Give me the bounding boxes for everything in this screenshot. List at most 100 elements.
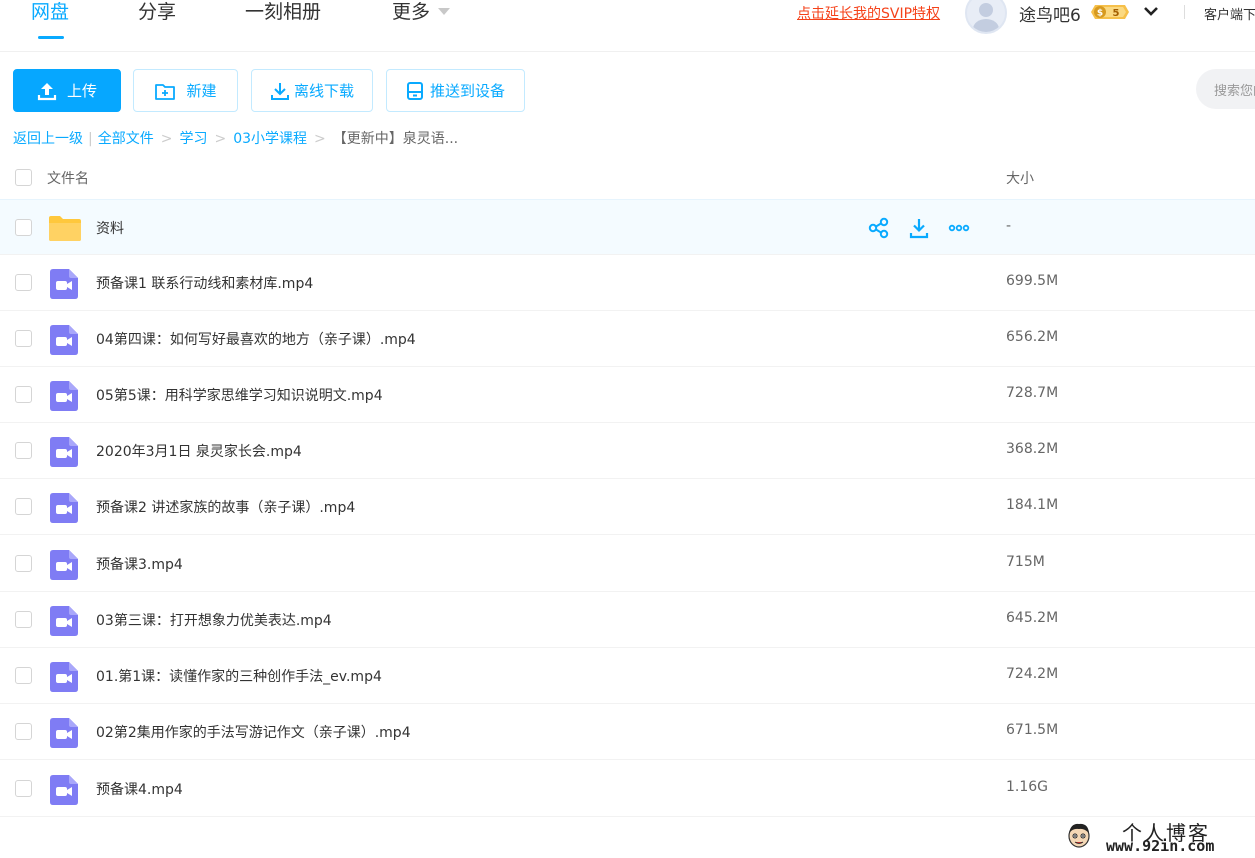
file-name[interactable]: 预备课2 讲述家族的故事（亲子课）.mp4 bbox=[96, 497, 355, 517]
file-name[interactable]: 预备课3.mp4 bbox=[96, 554, 183, 574]
caret-down-icon bbox=[438, 8, 451, 15]
breadcrumb-item-study[interactable]: 学习 bbox=[179, 128, 207, 148]
row-actions bbox=[868, 217, 970, 239]
file-size: 645.2M bbox=[1006, 610, 1059, 626]
avatar[interactable] bbox=[965, 0, 1007, 34]
table-row[interactable]: 02第2集用作家的手法写游记作文（亲子课）.mp4 671.5M bbox=[0, 704, 1255, 760]
row-checkbox[interactable] bbox=[15, 219, 32, 236]
download-icon bbox=[270, 82, 289, 100]
row-checkbox[interactable] bbox=[15, 386, 32, 403]
video-file-icon bbox=[50, 718, 78, 748]
table-row[interactable]: 预备课2 讲述家族的故事（亲子课）.mp4 184.1M bbox=[0, 479, 1255, 535]
push-to-device-button[interactable]: 推送到设备 bbox=[386, 69, 525, 112]
nav-tab-more-label: 更多 bbox=[392, 1, 431, 23]
video-file-icon bbox=[50, 606, 78, 636]
file-name[interactable]: 01.第1课：读懂作家的三种创作手法_ev.mp4 bbox=[96, 666, 382, 686]
file-name[interactable]: 资料 bbox=[96, 218, 124, 238]
table-row[interactable]: 预备课1 联系行动线和素材库.mp4 699.5M bbox=[0, 255, 1255, 311]
video-file-icon bbox=[50, 437, 78, 467]
folder-icon bbox=[49, 216, 81, 241]
nav-tab-netdisk[interactable]: 网盘 bbox=[31, 0, 69, 26]
file-size: 656.2M bbox=[1006, 329, 1059, 345]
row-checkbox[interactable] bbox=[15, 723, 32, 740]
row-checkbox[interactable] bbox=[15, 498, 32, 515]
table-row[interactable]: 01.第1课：读懂作家的三种创作手法_ev.mp4 724.2M bbox=[0, 648, 1255, 704]
device-icon bbox=[406, 81, 423, 100]
breadcrumb-separator: > bbox=[160, 131, 173, 147]
table-row[interactable]: 04第四课：如何写好最喜欢的地方（亲子课）.mp4 656.2M bbox=[0, 311, 1255, 367]
file-size: 184.1M bbox=[1006, 497, 1059, 513]
nav-tab-more[interactable]: 更多 bbox=[392, 0, 451, 26]
file-name[interactable]: 03第三课：打开想象力优美表达.mp4 bbox=[96, 610, 332, 630]
file-name[interactable]: 预备课4.mp4 bbox=[96, 779, 183, 799]
search-input[interactable]: 搜索您的文件 bbox=[1196, 69, 1255, 109]
select-all-checkbox[interactable] bbox=[15, 169, 32, 186]
upload-button-label: 上传 bbox=[66, 82, 97, 100]
row-checkbox[interactable] bbox=[15, 555, 32, 572]
file-size: 671.5M bbox=[1006, 722, 1059, 738]
row-checkbox[interactable] bbox=[15, 274, 32, 291]
file-name[interactable]: 04第四课：如何写好最喜欢的地方（亲子课）.mp4 bbox=[96, 329, 416, 349]
offline-download-button[interactable]: 离线下载 bbox=[251, 69, 373, 112]
watermark-url: www.92in.com bbox=[1106, 837, 1215, 855]
watermark: 个人博客 www.92in.com bbox=[1064, 817, 1255, 858]
video-file-icon bbox=[50, 550, 78, 580]
breadcrumb-back-link[interactable]: 返回上一级 bbox=[13, 128, 83, 148]
table-row[interactable]: 03第三课：打开想象力优美表达.mp4 645.2M bbox=[0, 592, 1255, 648]
row-checkbox[interactable] bbox=[15, 780, 32, 797]
video-file-icon bbox=[50, 381, 78, 411]
file-size: 368.2M bbox=[1006, 441, 1059, 457]
share-icon[interactable] bbox=[868, 217, 890, 239]
breadcrumb-separator: > bbox=[214, 131, 227, 147]
search-placeholder: 搜索您的文件 bbox=[1214, 84, 1255, 99]
file-size: - bbox=[1006, 218, 1012, 234]
nav-tab-share[interactable]: 分享 bbox=[138, 0, 176, 26]
upload-button[interactable]: 上传 bbox=[13, 69, 121, 112]
file-name[interactable]: 02第2集用作家的手法写游记作文（亲子课）.mp4 bbox=[96, 722, 411, 742]
download-icon[interactable] bbox=[908, 217, 930, 239]
file-name[interactable]: 2020年3月1日 泉灵家长会.mp4 bbox=[96, 441, 302, 461]
username[interactable]: 途鸟吧6 bbox=[1019, 1, 1081, 26]
file-size: 699.5M bbox=[1006, 273, 1059, 289]
table-row[interactable]: 2020年3月1日 泉灵家长会.mp4 368.2M bbox=[0, 423, 1255, 479]
row-checkbox[interactable] bbox=[15, 667, 32, 684]
client-download-link[interactable]: 客户端下载 bbox=[1204, 4, 1255, 23]
divider bbox=[1184, 5, 1185, 19]
new-folder-button-label: 新建 bbox=[186, 82, 217, 100]
row-checkbox[interactable] bbox=[15, 611, 32, 628]
table-row-folder[interactable]: 资料 - bbox=[0, 199, 1255, 255]
video-file-icon bbox=[50, 662, 78, 692]
table-row[interactable]: 05第5课：用科学家思维学习知识说明文.mp4 728.7M bbox=[0, 367, 1255, 423]
row-checkbox[interactable] bbox=[15, 330, 32, 347]
video-file-icon bbox=[50, 325, 78, 355]
column-header-name[interactable]: 文件名 bbox=[47, 168, 89, 188]
breadcrumb-current: 【更新中】泉灵语... bbox=[332, 131, 459, 147]
svip-badge-icon: $ 5 bbox=[1091, 5, 1129, 19]
row-checkbox[interactable] bbox=[15, 442, 32, 459]
nav-active-indicator bbox=[38, 36, 64, 39]
upload-icon bbox=[37, 82, 57, 100]
chevron-down-icon[interactable] bbox=[1143, 5, 1159, 17]
more-icon[interactable] bbox=[948, 217, 970, 239]
svg-text:$: $ bbox=[1097, 9, 1103, 19]
offline-download-button-label: 离线下载 bbox=[293, 82, 354, 100]
breadcrumb-item-course[interactable]: 03小学课程 bbox=[233, 128, 307, 148]
file-name[interactable]: 05第5课：用科学家思维学习知识说明文.mp4 bbox=[96, 385, 383, 405]
nav-tab-album[interactable]: 一刻相册 bbox=[245, 0, 321, 26]
file-size: 715M bbox=[1006, 554, 1045, 570]
table-row[interactable]: 预备课4.mp4 1.16G bbox=[0, 761, 1255, 817]
breadcrumb: 返回上一级 | 全部文件 > 学习 >03小学课程 > 【更新中】泉灵语... bbox=[13, 128, 458, 148]
push-to-device-button-label: 推送到设备 bbox=[429, 82, 505, 100]
file-name[interactable]: 预备课1 联系行动线和素材库.mp4 bbox=[96, 273, 313, 293]
file-size: 724.2M bbox=[1006, 666, 1059, 682]
video-file-icon bbox=[50, 775, 78, 805]
vip-level: 5 bbox=[1113, 8, 1120, 19]
column-header-size[interactable]: 大小 bbox=[1006, 168, 1034, 188]
table-header: 文件名 大小 bbox=[0, 155, 1255, 199]
svip-renew-link[interactable]: 点击延长我的SVIP特权 bbox=[797, 3, 940, 23]
video-file-icon bbox=[50, 269, 78, 299]
table-row[interactable]: 预备课3.mp4 715M bbox=[0, 536, 1255, 592]
new-folder-button[interactable]: 新建 bbox=[133, 69, 238, 112]
breadcrumb-item-all-files[interactable]: 全部文件 bbox=[98, 128, 154, 148]
top-nav: 网盘 分享 一刻相册 更多 点击延长我的SVIP特权 途鸟吧6 $ 5 客户端下… bbox=[0, 0, 1255, 52]
